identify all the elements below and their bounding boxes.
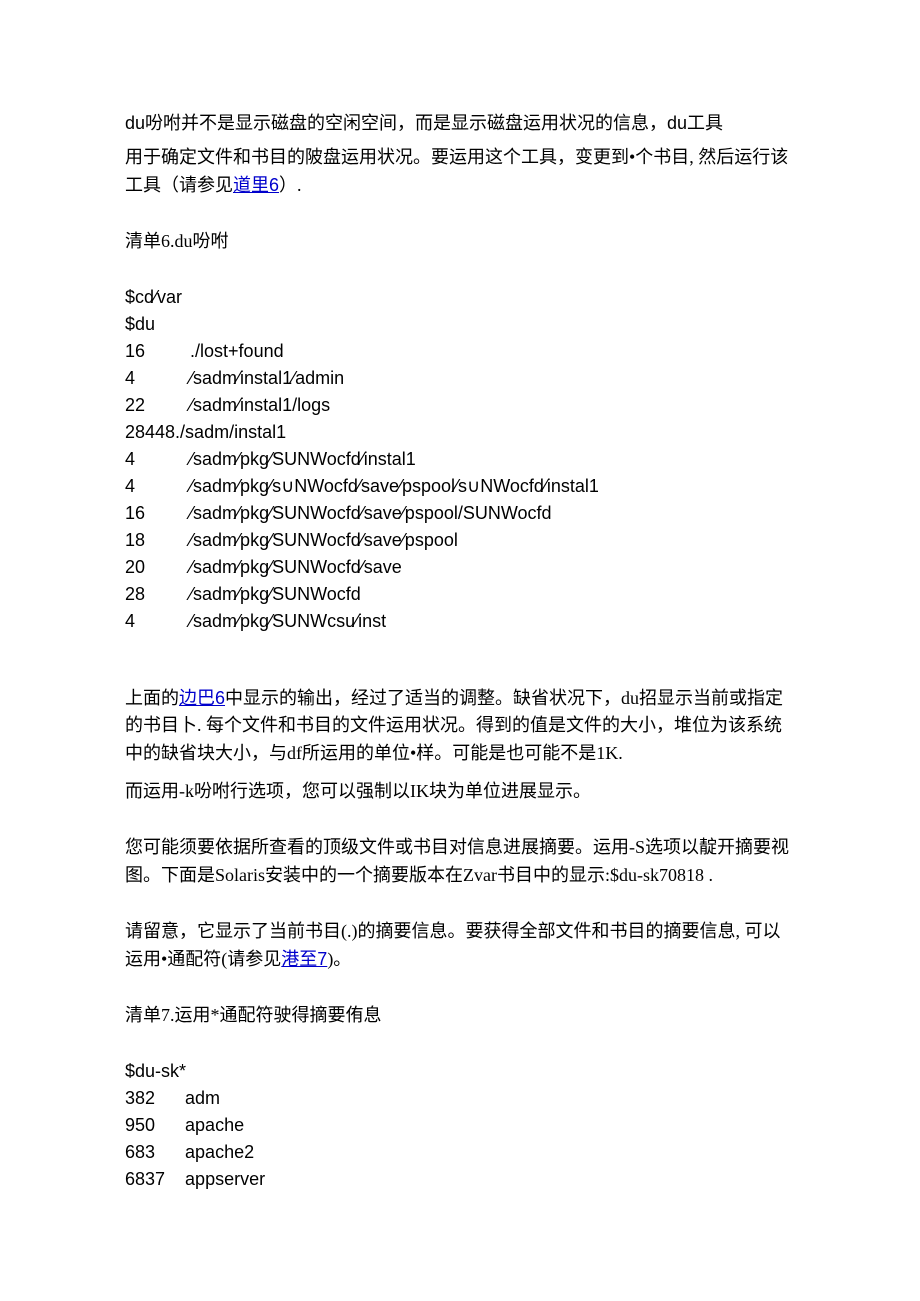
link-listing-6[interactable]: 道里6 [233,175,279,195]
text-p6b: )。 [327,949,351,969]
paragraph-3: 上面的边巴6中显示的输出，经过了适当的调整。缺省状况下，du招显示当前或指定的书… [125,685,795,769]
listing-6-title: 清单6.du吩咐 [125,228,795,256]
link-bianba-6[interactable]: 边巴6 [179,688,225,708]
paragraph-1: du吩咐并不是显示磁盘的空闲空间，而是显示磁盘运用状况的信息，du工具 [125,110,795,138]
code-block-1: $cd⁄var $du 16 ./lost+found 4 ⁄sadm⁄inst… [125,284,795,635]
paragraph-6: 请留意，它显示了当前书目(.)的摘要信息。要获得全部文件和书目的摘要信息, 可以… [125,918,795,974]
text-p2a: 用于确定文件和书目的陂盘运用状况。要运用这个工具，变更到•个书目, 然后运行该工… [125,147,788,195]
link-listing-7[interactable]: 港至7 [281,949,327,969]
paragraph-5: 您可能须要依据所查看的顶级文件或书目对信息进展摘要。运用-S选项以靛开摘要视图。… [125,834,795,890]
code-block-2: $du-sk* 382 adm 950 apache 683 apache2 6… [125,1058,795,1193]
paragraph-2: 用于确定文件和书目的陂盘运用状况。要运用这个工具，变更到•个书目, 然后运行该工… [125,144,795,200]
paragraph-4: 而运用-k吩咐行选项，您可以强制以IK块为单位进展显示。 [125,778,795,806]
text-p2b: ）. [279,175,302,195]
listing-7-title: 清单7.运用*通配符驶得摘要侑息 [125,1002,795,1030]
text-p1: du吩咐并不是显示磁盘的空闲空间，而是显示磁盘运用状况的信息，du工具 [125,113,723,133]
text-p6a: 请留意，它显示了当前书目(.)的摘要信息。要获得全部文件和书目的摘要信息, 可以… [125,921,781,969]
text-p3a: 上面的 [125,688,179,708]
